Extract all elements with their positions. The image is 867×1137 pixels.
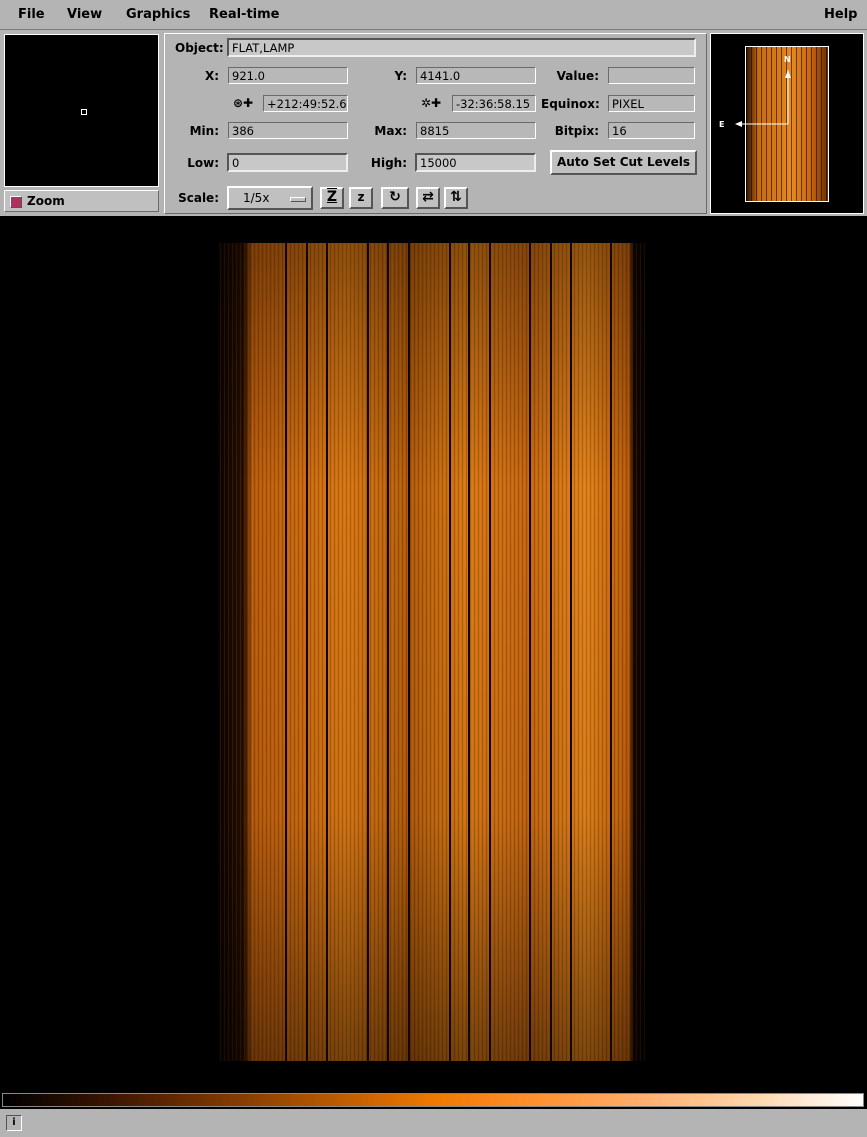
zoom-toggle-label: Zoom xyxy=(27,194,65,208)
equinox-field: PIXEL xyxy=(608,95,695,112)
object-label: Object: xyxy=(175,41,224,55)
min-label: Min: xyxy=(189,124,219,138)
high-input[interactable]: 15000 xyxy=(415,153,536,172)
min-field: 386 xyxy=(228,122,348,139)
menu-file[interactable]: File xyxy=(18,7,45,22)
y-label: Y: xyxy=(394,69,407,83)
image-info-panel: Object: FLAT,LAMP X: 921.0 Y: 4141.0 Val… xyxy=(164,33,707,214)
bitpix-field: 16 xyxy=(608,122,695,139)
x-field: 921.0 xyxy=(228,67,348,84)
north-label: N xyxy=(784,55,791,64)
low-label: Low: xyxy=(187,156,219,170)
image-shading xyxy=(218,243,646,1061)
value-field xyxy=(608,67,695,84)
rotate-icon[interactable]: ↻ xyxy=(381,187,409,209)
zoom-checkbox-icon[interactable] xyxy=(10,196,22,208)
flip-x-icon[interactable]: ⇄ xyxy=(416,187,440,209)
equinox-label: Equinox: xyxy=(541,97,600,111)
flip-y-icon[interactable]: ⇅ xyxy=(444,187,468,209)
y-field: 4141.0 xyxy=(416,67,536,84)
x-label: X: xyxy=(204,69,219,83)
menu-realtime[interactable]: Real-time xyxy=(209,7,279,22)
dec-icon: ✲✚ xyxy=(421,96,442,110)
zoom-in-icon[interactable]: z xyxy=(349,187,373,209)
low-input[interactable]: 0 xyxy=(227,153,348,172)
max-label: Max: xyxy=(374,124,407,138)
menu-bar: File View Graphics Real-time Help xyxy=(0,0,867,30)
east-label: E xyxy=(719,120,724,129)
zoom-window xyxy=(4,34,159,187)
zoom-cursor-marker xyxy=(81,109,87,115)
high-label: High: xyxy=(370,156,407,170)
status-bar: i xyxy=(0,1109,867,1137)
ra-icon: ⊛✚ xyxy=(233,96,254,110)
max-field: 8815 xyxy=(416,122,536,139)
colormap-bar[interactable] xyxy=(2,1093,864,1107)
auto-set-cut-levels-button[interactable]: Auto Set Cut Levels xyxy=(550,150,697,175)
scale-value: 1/5x xyxy=(243,191,270,205)
menu-help[interactable]: Help xyxy=(824,7,857,22)
zoom-fit-icon[interactable]: Z xyxy=(320,187,344,209)
info-icon[interactable]: i xyxy=(6,1115,22,1131)
spectral-flat-image[interactable] xyxy=(218,243,646,1061)
menu-view[interactable]: View xyxy=(67,7,102,22)
panner-window[interactable]: N E xyxy=(710,33,864,214)
scale-label: Scale: xyxy=(178,191,219,205)
zoom-toggle[interactable]: Zoom xyxy=(4,190,159,212)
scale-select[interactable]: 1/5x xyxy=(227,186,313,210)
dec-field: -32:36:58.15 xyxy=(452,95,536,112)
compass-overlay: N E xyxy=(719,55,791,129)
ra-field: +212:49:52.63 xyxy=(263,95,348,112)
bitpix-label: Bitpix: xyxy=(554,124,599,138)
object-field[interactable]: FLAT,LAMP xyxy=(227,38,696,57)
menu-graphics[interactable]: Graphics xyxy=(126,7,190,22)
main-image-canvas[interactable] xyxy=(0,217,867,1090)
value-label: Value: xyxy=(556,69,599,83)
option-menu-indicator-icon xyxy=(290,197,306,202)
